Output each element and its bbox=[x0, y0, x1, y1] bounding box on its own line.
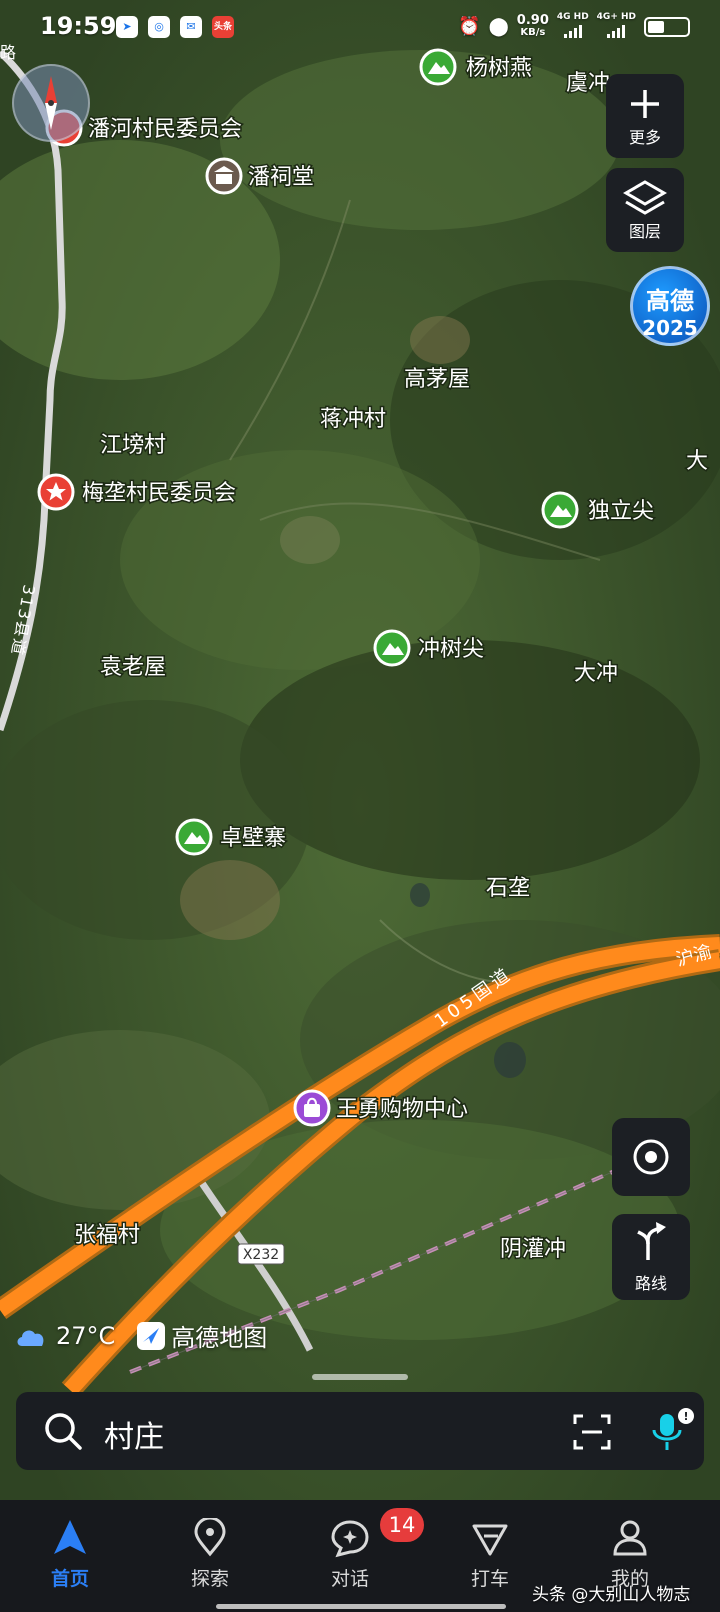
sim2-label: 4G+ HD bbox=[596, 12, 636, 22]
temperature: 27°C bbox=[56, 1321, 116, 1350]
route-button[interactable]: 路线 bbox=[612, 1214, 690, 1300]
more-label: 更多 bbox=[628, 128, 661, 147]
tab-taxi-label: 打车 bbox=[470, 1568, 509, 1590]
route-label: 路线 bbox=[634, 1274, 667, 1293]
amap-notification-icon: ➤ bbox=[116, 16, 138, 38]
tab-home[interactable]: 首页 bbox=[20, 1518, 120, 1591]
map-label-dulijian[interactable]: 独立尖 bbox=[587, 498, 656, 526]
navigation-arrow-icon bbox=[54, 1520, 86, 1554]
amap-logo: 高德地图 bbox=[137, 1318, 267, 1353]
voice-assistant-icon[interactable]: ! bbox=[646, 1406, 696, 1456]
mountain-poi-icon[interactable] bbox=[541, 491, 579, 529]
net-speed-value: 0.90 bbox=[516, 12, 549, 28]
map-label-jiangchong-cun[interactable]: 蒋冲村 bbox=[319, 406, 388, 434]
locate-button[interactable] bbox=[612, 1118, 690, 1196]
net-speed: 0.90 KB/s bbox=[516, 12, 549, 39]
map-label-yinguanchong[interactable]: 阴灌冲 bbox=[499, 1236, 568, 1264]
layers-button[interactable]: 图层 bbox=[606, 168, 684, 252]
map-label-zhangfu-cun[interactable]: 张福村 bbox=[73, 1222, 142, 1250]
location-icon: ⬤ bbox=[488, 16, 509, 37]
tab-dialog-label: 对话 bbox=[330, 1568, 369, 1590]
route-icon bbox=[637, 1222, 666, 1260]
map-label-yangshuyan[interactable]: 杨树燕 bbox=[465, 55, 534, 83]
map-label-meiya-committee[interactable]: 梅垄村民委员会 bbox=[81, 480, 238, 508]
village-committee-icon[interactable] bbox=[37, 473, 75, 511]
toutiao-notification-icon: 头条 bbox=[212, 16, 234, 38]
weather-widget[interactable]: 27°C 高德地图 bbox=[14, 1318, 267, 1353]
road-shield-x232: X232 bbox=[237, 1243, 285, 1265]
amap-2025-badge[interactable]: 高德 2025 bbox=[630, 266, 710, 346]
compass-button[interactable] bbox=[12, 64, 90, 142]
map-label-jiangbang-cun[interactable]: 江塝村 bbox=[99, 432, 168, 460]
tab-explore-label: 探索 bbox=[190, 1568, 229, 1590]
system-gesture-bar[interactable] bbox=[216, 1604, 506, 1609]
battery-icon bbox=[644, 16, 690, 37]
map-label-panci-tang[interactable]: 潘祠堂 bbox=[247, 164, 316, 192]
scan-icon[interactable] bbox=[572, 1412, 612, 1452]
map-label-gaomaowu[interactable]: 高茅屋 bbox=[403, 366, 472, 394]
more-button[interactable]: 更多 bbox=[606, 74, 684, 158]
layers-label: 图层 bbox=[628, 222, 661, 241]
map-app-screen: 105国道 沪渝 313县道 路 X232 杨树燕 虞冲 潘河村民委员会 潘祠堂… bbox=[0, 0, 720, 1612]
drag-handle[interactable] bbox=[312, 1374, 408, 1380]
signal-icon bbox=[563, 22, 582, 38]
map-label-edge-da[interactable]: 大 bbox=[685, 448, 710, 476]
amap-logo-icon bbox=[137, 1321, 166, 1350]
chat-bubble-icon bbox=[331, 1520, 369, 1558]
layers-icon bbox=[623, 180, 667, 215]
map-label-chongshujian[interactable]: 冲树尖 bbox=[417, 636, 486, 664]
cloud-icon bbox=[17, 1329, 44, 1346]
amap-logo-text: 高德地图 bbox=[171, 1324, 268, 1352]
map-label-yuchong[interactable]: 虞冲 bbox=[565, 70, 612, 98]
status-time: 19:59 bbox=[40, 12, 117, 40]
dialog-unread-badge: 14 bbox=[380, 1508, 424, 1542]
search-icon bbox=[45, 1413, 82, 1450]
sim1-label: 4G HD bbox=[556, 12, 589, 22]
user-icon bbox=[613, 1520, 647, 1556]
watermark: 头条 @大别山人物志 bbox=[532, 1585, 691, 1605]
taxi-flag-icon bbox=[472, 1524, 508, 1556]
road-label-x232: X232 bbox=[243, 1247, 279, 1263]
compass-icon bbox=[45, 76, 57, 130]
map-label-yuanlaowu[interactable]: 袁老屋 bbox=[99, 654, 168, 682]
svg-text:!: ! bbox=[683, 1410, 688, 1423]
location-pin-icon bbox=[194, 1518, 226, 1557]
map-label-wangyong-mall[interactable]: 王勇购物中心 bbox=[335, 1096, 470, 1124]
net-speed-unit: KB/s bbox=[520, 26, 546, 38]
mountain-poi-icon[interactable] bbox=[373, 629, 411, 667]
tab-home-label: 首页 bbox=[50, 1568, 89, 1590]
badge-line1: 高德 bbox=[646, 287, 694, 315]
badge-line2: 2025 bbox=[642, 316, 698, 340]
ancestral-hall-icon[interactable] bbox=[205, 157, 243, 195]
plus-icon bbox=[631, 90, 659, 118]
signal-icon bbox=[607, 22, 626, 38]
alarm-icon: ⏰ bbox=[458, 16, 481, 37]
search-input[interactable]: 村庄 bbox=[104, 1412, 164, 1456]
map-label-shiya[interactable]: 石垄 bbox=[485, 875, 532, 903]
map-label-zhuobizhai[interactable]: 卓壁寨 bbox=[219, 825, 288, 853]
locate-icon bbox=[633, 1139, 669, 1175]
status-bar: 19:59 ➤ ◎ ✉ 头条 ⏰ ⬤ 0.90 KB/s 4G HD 4G+ H… bbox=[0, 0, 720, 56]
mountain-poi-icon[interactable] bbox=[175, 818, 213, 856]
shopping-bag-icon[interactable] bbox=[293, 1089, 331, 1127]
tab-explore[interactable]: 探索 bbox=[160, 1518, 260, 1591]
message-notification-icon: ✉ bbox=[180, 16, 202, 38]
search-bar[interactable]: 村庄 ! bbox=[16, 1392, 704, 1470]
sim1-signal: 4G HD bbox=[557, 12, 589, 41]
status-right: ⏰ ⬤ 0.90 KB/s 4G HD 4G+ HD bbox=[458, 12, 690, 41]
tab-taxi[interactable]: 打车 bbox=[440, 1518, 540, 1591]
sim2-signal: 4G+ HD bbox=[597, 12, 636, 41]
notification-icons: ➤ ◎ ✉ 头条 bbox=[116, 16, 234, 38]
map-label-panhe-committee[interactable]: 潘河村民委员会 bbox=[87, 116, 244, 144]
map-label-dachong[interactable]: 大冲 bbox=[573, 660, 620, 688]
app-notification-icon: ◎ bbox=[148, 16, 170, 38]
